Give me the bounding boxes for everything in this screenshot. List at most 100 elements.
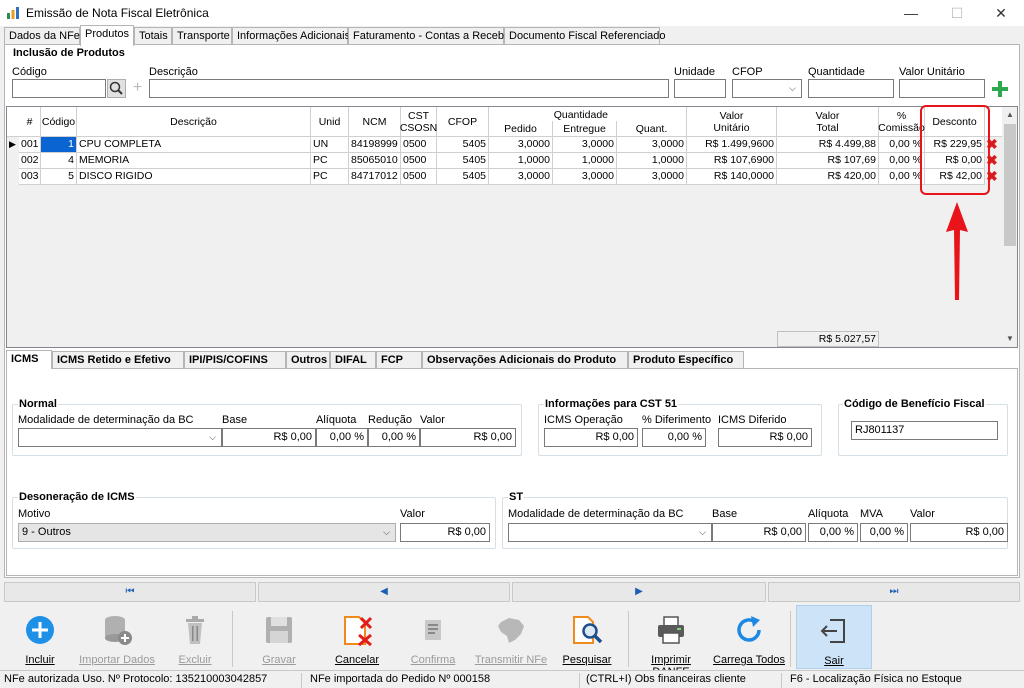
status-bar: NFe autorizada Uso. Nº Protocolo: 135210… <box>0 670 1024 688</box>
normal-modalidade-select[interactable]: ⌵ <box>18 428 222 447</box>
normal-base-input[interactable]: R$ 0,00 <box>222 428 316 447</box>
vertical-scrollbar[interactable]: ▲ ▼ <box>1002 107 1017 347</box>
st-modalidade-select[interactable]: ⌵ <box>508 523 712 542</box>
sair-button[interactable]: Sair <box>796 605 872 669</box>
st-aliquota-input[interactable]: 0,00 % <box>808 523 858 542</box>
close-button[interactable]: ✕ <box>978 0 1024 26</box>
st-base-input[interactable]: R$ 0,00 <box>712 523 806 542</box>
table-cell: R$ 107,6900 <box>687 153 777 169</box>
minimize-button[interactable]: — <box>888 0 934 26</box>
nav-first-button[interactable]: ⏮ <box>4 582 256 602</box>
table-cell: 0,00 % <box>879 153 925 169</box>
cst51-operacao-label: ICMS Operação <box>544 414 623 426</box>
nav-next-button[interactable]: ▶ <box>512 582 766 602</box>
valor-unitario-input[interactable] <box>899 79 985 98</box>
scroll-up-icon[interactable]: ▲ <box>1002 107 1017 123</box>
cst51-diferimento-label: % Diferimento <box>642 414 712 426</box>
tab-produto-especifico[interactable]: Produto Específico <box>628 351 744 368</box>
search-button[interactable] <box>107 79 126 98</box>
descricao-input[interactable] <box>149 79 669 98</box>
grand-total: R$ 5.027,57 <box>777 331 879 347</box>
header-entregue: Entregue <box>553 121 617 137</box>
table-cell: MEMORIA <box>77 153 311 169</box>
tab-faturamento[interactable]: Faturamento - Contas a Receber <box>348 27 514 45</box>
header-quantidade-group: Quantidade <box>489 107 687 121</box>
table-cell: 3,0000 <box>489 169 553 185</box>
table-cell[interactable]: 1 <box>41 137 77 153</box>
first-icon: ⏮ <box>125 586 135 597</box>
normal-valor-input[interactable]: R$ 0,00 <box>420 428 516 447</box>
nav-prev-button[interactable]: ◀ <box>258 582 510 602</box>
tab-icms-retido[interactable]: ICMS Retido e Efetivo <box>52 351 184 368</box>
table-cell: PC <box>311 153 349 169</box>
chevron-down-icon: ⌵ <box>789 83 796 93</box>
table-cell: 3,0000 <box>489 137 553 153</box>
st-valor-input[interactable]: R$ 0,00 <box>910 523 1008 542</box>
cst51-diferido-label: ICMS Diferido <box>718 414 787 426</box>
printer-icon <box>658 616 684 644</box>
incluir-label: Incluir <box>25 654 55 666</box>
table-cell: UN <box>311 137 349 153</box>
header-num: # <box>19 107 41 137</box>
add-disabled-icon: + <box>132 79 143 96</box>
carrega-todos-button[interactable]: Carrega Todos <box>712 605 786 669</box>
tab-transporte[interactable]: Transporte <box>172 27 232 45</box>
tab-dados-nfe[interactable]: Dados da NFe <box>4 27 80 45</box>
imprimir-danfe-button[interactable]: Imprimir DANFE <box>632 605 710 678</box>
tab-documento-referenciado[interactable]: Documento Fiscal Referenciado <box>504 27 666 45</box>
cst51-operacao-input[interactable]: R$ 0,00 <box>544 428 638 447</box>
tab-observacoes[interactable]: Observações Adicionais do Produto <box>422 351 628 368</box>
exit-icon <box>820 619 845 643</box>
unidade-input[interactable] <box>674 79 726 98</box>
pesquisar-label: Pesquisar <box>562 654 612 666</box>
chevron-down-icon: ⌵ <box>383 527 390 537</box>
maximize-button[interactable]: ☐ <box>934 0 980 26</box>
products-grid[interactable]: # Código Descrição Unid NCM CST CSOSN CF… <box>6 106 1018 348</box>
table-cell: CPU COMPLETA <box>77 137 311 153</box>
table-cell: 003 <box>19 169 41 185</box>
normal-aliquota-input[interactable]: 0,00 % <box>316 428 368 447</box>
title-bar: Emissão de Nota Fiscal Eletrônica — ☐ ✕ <box>0 0 1024 26</box>
tab-ipi-pis-cofins[interactable]: IPI/PIS/COFINS <box>184 351 286 368</box>
tab-icms[interactable]: ICMS <box>6 350 52 369</box>
importar-dados-button[interactable]: Importar Dados <box>76 605 158 669</box>
tab-produtos[interactable]: Produtos <box>80 25 134 46</box>
codigo-input[interactable] <box>12 79 106 98</box>
tab-outros[interactable]: Outros <box>286 351 330 368</box>
excluir-button[interactable]: Excluir <box>164 605 226 669</box>
transmitir-nfe-button[interactable]: Transmitir NFe <box>474 605 548 669</box>
pesquisar-button[interactable]: Pesquisar <box>556 605 618 669</box>
confirma-button[interactable]: Confirma <box>402 605 464 669</box>
valor-unitario-label: Valor Unitário <box>899 66 965 78</box>
table-cell: 0500 <box>401 137 437 153</box>
desoneracao-valor-input[interactable]: R$ 0,00 <box>400 523 490 542</box>
incluir-button[interactable]: Incluir <box>10 605 70 669</box>
st-mva-label: MVA <box>860 508 884 520</box>
normal-reducao-input[interactable]: 0,00 % <box>368 428 420 447</box>
tab-fcp[interactable]: FCP <box>376 351 422 368</box>
st-mva-input[interactable]: 0,00 % <box>860 523 908 542</box>
table-cell: 3,0000 <box>617 137 687 153</box>
cst51-diferimento-input[interactable]: 0,00 % <box>642 428 706 447</box>
brazil-map-icon <box>498 618 524 643</box>
scroll-thumb[interactable] <box>1004 124 1016 246</box>
header-descricao: Descrição <box>77 107 311 137</box>
desoneracao-motivo-select[interactable]: 9 - Outros ⌵ <box>18 523 396 542</box>
cst51-diferido-input[interactable]: R$ 0,00 <box>718 428 812 447</box>
quantidade-input[interactable] <box>808 79 894 98</box>
tab-difal[interactable]: DIFAL <box>330 351 376 368</box>
gravar-button[interactable]: Gravar <box>248 605 310 669</box>
st-title: ST <box>508 491 525 503</box>
add-product-button[interactable] <box>990 79 1010 99</box>
tab-totais[interactable]: Totais <box>134 27 172 45</box>
scroll-down-icon[interactable]: ▼ <box>1002 331 1017 347</box>
toolbar-separator <box>628 611 629 667</box>
beneficio-input[interactable]: RJ801137 <box>851 421 998 440</box>
cancelar-button[interactable]: Cancelar <box>326 605 388 669</box>
nav-last-button[interactable]: ⏭ <box>768 582 1020 602</box>
tab-informacoes-adicionais[interactable]: Informações Adicionais <box>232 27 350 45</box>
header-quant: Quant. <box>617 121 687 137</box>
app-icon <box>7 7 19 19</box>
status-protocolo: NFe autorizada Uso. Nº Protocolo: 135210… <box>0 673 302 688</box>
cfop-select[interactable]: ⌵ <box>732 79 802 98</box>
